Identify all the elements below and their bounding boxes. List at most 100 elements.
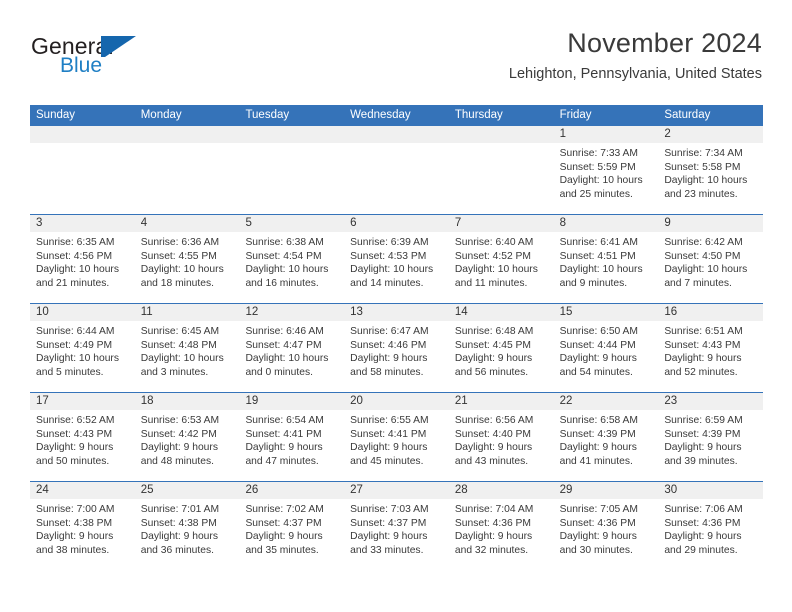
day-details: Sunrise: 6:38 AM Sunset: 4:54 PM Daylight:… bbox=[239, 232, 344, 290]
calendar-day-cell[interactable]: 15 Sunrise: 6:50 AM Sunset: 4:44 PM Dayligh… bbox=[553, 304, 659, 392]
calendar-day-cell[interactable]: 5 Sunrise: 6:38 AM Sunset: 4:54 PM Daylight… bbox=[239, 215, 345, 303]
daylight-text: Daylight: 10 hours bbox=[664, 264, 748, 276]
day-details: Sunrise: 6:40 AM Sunset: 4:52 PM Daylight:… bbox=[449, 232, 554, 290]
sunset-text: Sunset: 4:54 PM bbox=[245, 250, 322, 262]
calendar-day-cell[interactable]: 17 Sunrise: 6:52 AM Sunset: 4:43 PM Dayligh… bbox=[30, 393, 135, 481]
day-details: Sunrise: 6:46 AM Sunset: 4:47 PM Daylight:… bbox=[239, 321, 344, 379]
page-header: General Blue November 2024 Lehighton, Pe… bbox=[0, 0, 792, 100]
daylight-text: Daylight: 9 hours bbox=[36, 531, 114, 543]
calendar-day-cell[interactable]: 3 Sunrise: 6:35 AM Sunset: 4:56 PM Daylight… bbox=[30, 215, 135, 303]
day-details: Sunrise: 6:35 AM Sunset: 4:56 PM Daylight:… bbox=[30, 232, 135, 290]
sunrise-text: Sunrise: 6:54 AM bbox=[245, 415, 324, 426]
day-number: 11 bbox=[134, 304, 240, 321]
sunrise-text: Sunrise: 7:33 AM bbox=[559, 148, 639, 159]
daylight-text: Daylight: 10 hours bbox=[36, 264, 119, 276]
calendar-day-cell[interactable]: 14 Sunrise: 6:48 AM Sunset: 4:45 PM Dayligh… bbox=[448, 304, 554, 392]
calendar-day-cell[interactable]: 23 Sunrise: 6:59 AM Sunset: 4:39 PM Dayligh… bbox=[658, 393, 764, 481]
day-details bbox=[449, 143, 554, 147]
daylight-text-cont: and 30 minutes. bbox=[559, 544, 633, 556]
daylight-text: Daylight: 10 hours bbox=[664, 175, 748, 187]
daylight-text: Daylight: 9 hours bbox=[350, 442, 428, 454]
sunset-text: Sunset: 4:56 PM bbox=[36, 250, 113, 262]
calendar-week-row: 10 Sunrise: 6:44 AM Sunset: 4:49 PM Dayligh… bbox=[30, 303, 764, 392]
daylight-text-cont: and 5 minutes. bbox=[36, 366, 104, 378]
day-number: 28 bbox=[448, 482, 554, 499]
sunrise-text: Sunrise: 6:47 AM bbox=[350, 326, 429, 337]
daylight-text: Daylight: 9 hours bbox=[559, 531, 637, 543]
day-details: Sunrise: 6:56 AM Sunset: 4:40 PM Daylight:… bbox=[449, 410, 554, 468]
day-details: Sunrise: 7:33 AM Sunset: 5:59 PM Daylight:… bbox=[554, 143, 659, 201]
day-number: 25 bbox=[134, 482, 240, 499]
calendar-day-cell[interactable]: 29 Sunrise: 7:05 AM Sunset: 4:36 PM Dayligh… bbox=[553, 482, 659, 570]
daylight-text-cont: and 35 minutes. bbox=[245, 544, 319, 556]
calendar-day-cell[interactable] bbox=[239, 126, 345, 214]
daylight-text: Daylight: 10 hours bbox=[36, 353, 119, 365]
calendar-day-cell[interactable]: 16 Sunrise: 6:51 AM Sunset: 4:43 PM Dayligh… bbox=[658, 304, 764, 392]
calendar-day-cell[interactable]: 8 Sunrise: 6:41 AM Sunset: 4:51 PM Daylight… bbox=[553, 215, 659, 303]
calendar-day-cell[interactable]: 6 Sunrise: 6:39 AM Sunset: 4:53 PM Daylight… bbox=[344, 215, 449, 303]
daylight-text: Daylight: 9 hours bbox=[245, 442, 323, 454]
sunrise-text: Sunrise: 6:53 AM bbox=[140, 415, 220, 426]
calendar-day-cell[interactable] bbox=[448, 126, 554, 214]
calendar-day-cell[interactable]: 10 Sunrise: 6:44 AM Sunset: 4:49 PM Dayligh… bbox=[30, 304, 135, 392]
day-details: Sunrise: 7:03 AM Sunset: 4:37 PM Daylight:… bbox=[344, 499, 449, 557]
daylight-text-cont: and 9 minutes. bbox=[559, 277, 628, 289]
daylight-text: Daylight: 9 hours bbox=[664, 353, 742, 365]
calendar-day-cell[interactable]: 28 Sunrise: 7:04 AM Sunset: 4:36 PM Dayligh… bbox=[448, 482, 554, 570]
daylight-text-cont: and 0 minutes. bbox=[245, 366, 313, 378]
daylight-text-cont: and 56 minutes. bbox=[454, 366, 529, 378]
weekday-wednesday: Wednesday bbox=[350, 109, 411, 121]
calendar-day-cell[interactable] bbox=[134, 126, 240, 214]
calendar-day-cell[interactable]: 18 Sunrise: 6:53 AM Sunset: 4:42 PM Dayligh… bbox=[134, 393, 240, 481]
day-number: 3 bbox=[30, 215, 135, 232]
calendar-day-cell[interactable]: 11 Sunrise: 6:45 AM Sunset: 4:48 PM Dayligh… bbox=[134, 304, 240, 392]
daylight-text-cont: and 41 minutes. bbox=[559, 455, 633, 467]
generalblue-logo[interactable]: General Blue bbox=[31, 33, 211, 85]
calendar-day-cell[interactable]: 4 Sunrise: 6:36 AM Sunset: 4:55 PM Daylight… bbox=[134, 215, 240, 303]
sunset-text: Sunset: 4:36 PM bbox=[559, 517, 636, 529]
day-details: Sunrise: 6:51 AM Sunset: 4:43 PM Daylight:… bbox=[658, 321, 763, 379]
weekday-friday: Friday bbox=[559, 109, 592, 121]
sunrise-text: Sunrise: 6:55 AM bbox=[350, 415, 429, 426]
calendar-day-cell[interactable]: 20 Sunrise: 6:55 AM Sunset: 4:41 PM Dayligh… bbox=[344, 393, 449, 481]
calendar-day-cell[interactable]: 7 Sunrise: 6:40 AM Sunset: 4:52 PM Daylight… bbox=[448, 215, 554, 303]
sunset-text: Sunset: 4:50 PM bbox=[664, 250, 741, 262]
sunset-text: Sunset: 4:38 PM bbox=[140, 517, 217, 529]
day-number: 10 bbox=[30, 304, 135, 321]
calendar-day-cell[interactable]: 12 Sunrise: 6:46 AM Sunset: 4:47 PM Dayligh… bbox=[239, 304, 345, 392]
calendar-day-cell[interactable]: 9 Sunrise: 6:42 AM Sunset: 4:50 PM Daylight… bbox=[658, 215, 764, 303]
calendar-day-cell[interactable] bbox=[30, 126, 135, 214]
day-details: Sunrise: 7:04 AM Sunset: 4:36 PM Daylight:… bbox=[449, 499, 554, 557]
calendar-day-cell[interactable]: 1 Sunrise: 7:33 AM Sunset: 5:59 PM Daylight… bbox=[553, 126, 659, 214]
calendar-day-cell[interactable] bbox=[344, 126, 449, 214]
calendar-day-cell[interactable]: 30 Sunrise: 7:06 AM Sunset: 4:36 PM Dayligh… bbox=[658, 482, 764, 570]
sunrise-text: Sunrise: 6:48 AM bbox=[454, 326, 534, 337]
calendar-week-row: 3 Sunrise: 6:35 AM Sunset: 4:56 PM Daylight… bbox=[30, 214, 764, 303]
calendar-day-cell[interactable]: 22 Sunrise: 6:58 AM Sunset: 4:39 PM Dayligh… bbox=[553, 393, 659, 481]
day-details: Sunrise: 7:05 AM Sunset: 4:36 PM Daylight:… bbox=[554, 499, 659, 557]
daylight-text: Daylight: 10 hours bbox=[350, 264, 434, 276]
calendar-day-cell[interactable]: 25 Sunrise: 7:01 AM Sunset: 4:38 PM Dayligh… bbox=[134, 482, 240, 570]
day-details: Sunrise: 7:01 AM Sunset: 4:38 PM Daylight:… bbox=[135, 499, 240, 557]
day-details: Sunrise: 7:34 AM Sunset: 5:58 PM Daylight:… bbox=[658, 143, 763, 201]
sunset-text: Sunset: 4:46 PM bbox=[350, 339, 427, 351]
day-number: 21 bbox=[448, 393, 554, 410]
calendar-day-cell[interactable]: 26 Sunrise: 7:02 AM Sunset: 4:37 PM Dayligh… bbox=[239, 482, 345, 570]
calendar-day-cell[interactable]: 13 Sunrise: 6:47 AM Sunset: 4:46 PM Dayligh… bbox=[344, 304, 449, 392]
calendar-day-cell[interactable]: 19 Sunrise: 6:54 AM Sunset: 4:41 PM Dayligh… bbox=[239, 393, 345, 481]
logo-triangle-shape bbox=[105, 36, 136, 57]
daylight-text: Daylight: 9 hours bbox=[245, 531, 323, 543]
daylight-text-cont: and 45 minutes. bbox=[350, 455, 424, 467]
sunrise-text: Sunrise: 6:36 AM bbox=[140, 237, 220, 248]
calendar-grid: Sunday Monday Tuesday Wednesday Thursday… bbox=[30, 105, 764, 570]
daylight-text: Daylight: 9 hours bbox=[559, 353, 637, 365]
weekday-tuesday: Tuesday bbox=[245, 109, 290, 121]
calendar-day-cell[interactable]: 24 Sunrise: 7:00 AM Sunset: 4:38 PM Dayligh… bbox=[30, 482, 135, 570]
sunrise-text: Sunrise: 6:45 AM bbox=[140, 326, 220, 337]
day-number: 26 bbox=[239, 482, 345, 499]
calendar-day-cell[interactable]: 2 Sunrise: 7:34 AM Sunset: 5:58 PM Daylight… bbox=[658, 126, 764, 214]
calendar-day-cell[interactable]: 27 Sunrise: 7:03 AM Sunset: 4:37 PM Dayligh… bbox=[344, 482, 449, 570]
daylight-text-cont: and 43 minutes. bbox=[454, 455, 529, 467]
daylight-text: Daylight: 9 hours bbox=[140, 442, 218, 454]
calendar-day-cell[interactable]: 21 Sunrise: 6:56 AM Sunset: 4:40 PM Dayligh… bbox=[448, 393, 554, 481]
